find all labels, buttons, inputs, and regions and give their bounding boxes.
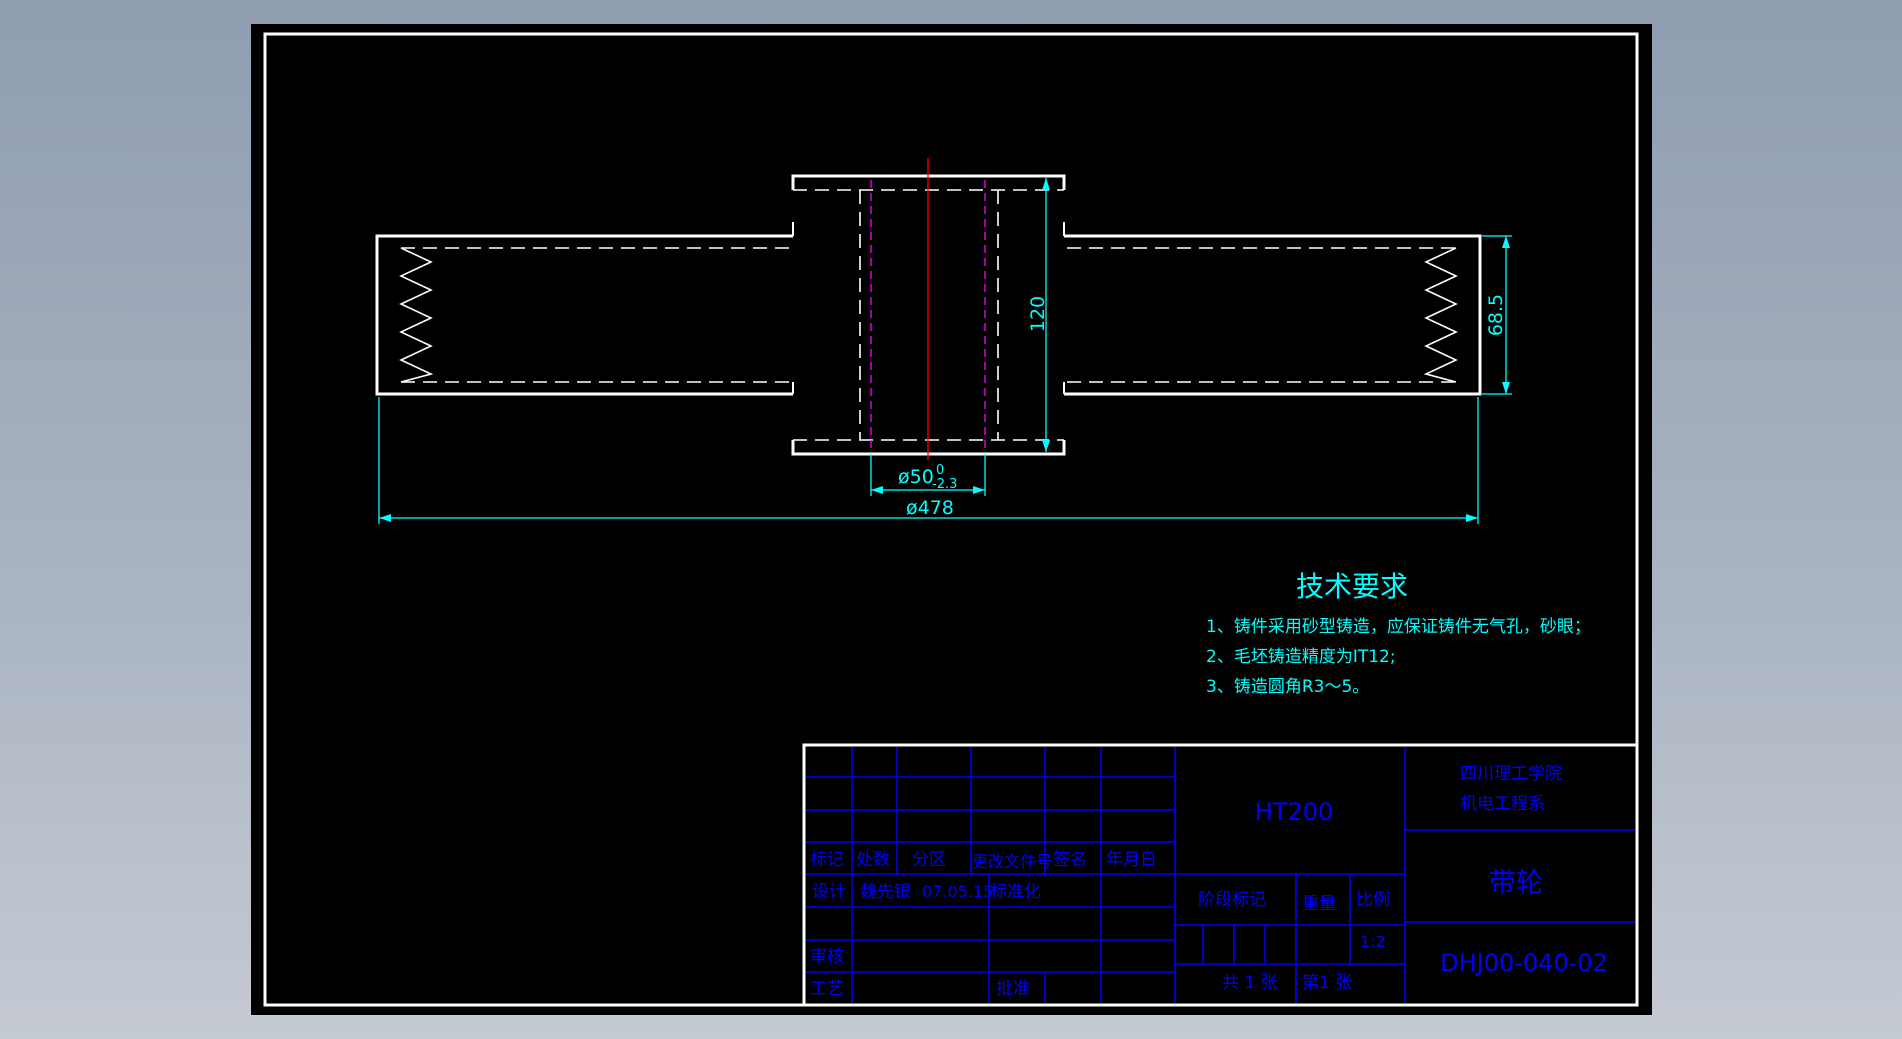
tech-requirement-item: 3、铸造圆角R3～5。 — [1206, 677, 1369, 697]
header-change-doc: 更改文件号 — [972, 852, 1052, 871]
header-signature: 签名 — [1053, 850, 1087, 870]
drawing-number: DHJ00-040-02 — [1440, 949, 1608, 977]
tech-requirement-item: 1、铸件采用砂型铸造，应保证铸件无气孔，砂眼； — [1206, 617, 1591, 637]
standardize-label: 标准化 — [990, 882, 1041, 902]
review-label: 审核 — [810, 947, 844, 967]
scale-value: 1:2 — [1360, 932, 1386, 951]
cad-drawing-canvas: 120 68.5 ø50 0 -2.3 ø478 技术要求 1、铸件采用砂型铸造… — [251, 24, 1652, 1015]
part-name: 带轮 — [1489, 868, 1543, 899]
approve-label: 批准 — [996, 979, 1030, 999]
header-count: 处数 — [856, 850, 890, 870]
school-name: 四川理工学院 — [1460, 764, 1562, 784]
design-label: 设计 — [812, 882, 846, 902]
dimension-bore-tolerance-upper: 0 — [936, 463, 944, 478]
dimension-bore-tolerance-lower: -2.3 — [932, 477, 957, 492]
drawing-sheet — [251, 24, 1652, 1015]
stage-mark-label: 阶段标记 — [1198, 890, 1266, 910]
header-zone: 分区 — [912, 850, 946, 870]
dimension-120: 120 — [1027, 296, 1049, 332]
dimension-outer-diameter: ø478 — [906, 497, 954, 519]
tech-requirements-title: 技术要求 — [1296, 570, 1408, 603]
material-value: HT200 — [1255, 798, 1334, 826]
header-mark: 标记 — [810, 850, 844, 870]
designer-name: 魏先银 — [860, 882, 911, 902]
sheets-total: 共 1 张 — [1222, 973, 1278, 993]
tech-requirement-item: 2、毛坯铸造精度为IT12; — [1206, 647, 1396, 667]
dimension-68-5: 68.5 — [1485, 294, 1507, 336]
process-label: 工艺 — [810, 979, 844, 999]
weight-label: 重量 — [1302, 894, 1336, 914]
sheet-number: 第1 张 — [1302, 973, 1352, 993]
dimension-bore-diameter: ø50 — [898, 466, 934, 488]
scale-label: 比例 — [1356, 890, 1390, 910]
department-name: 机电工程系 — [1460, 794, 1545, 814]
design-date: 07.05.15 — [922, 882, 993, 901]
header-date: 年月日 — [1106, 850, 1157, 870]
